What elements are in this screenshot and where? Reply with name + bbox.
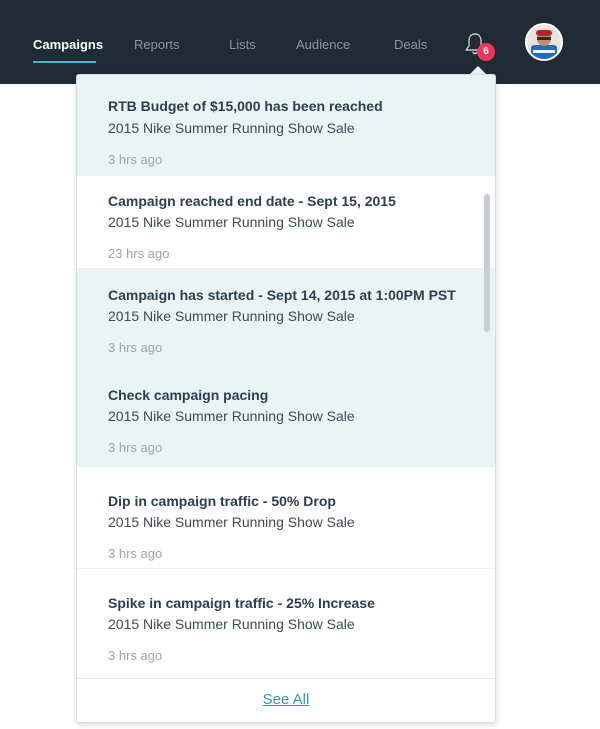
notifications-dropdown: RTB Budget of $15,000 has been reached 2…	[76, 74, 496, 723]
notification-campaign: 2015 Nike Summer Running Show Sale	[108, 214, 355, 230]
user-avatar[interactable]	[525, 23, 563, 61]
notification-title: Dip in campaign traffic - 50% Drop	[108, 493, 336, 509]
notification-campaign: 2015 Nike Summer Running Show Sale	[108, 120, 355, 136]
notification-time: 3 hrs ago	[108, 648, 163, 663]
active-tab-indicator	[33, 61, 96, 63]
nav-item-deals[interactable]: Deals	[394, 37, 427, 52]
top-nav-bar: Campaigns Reports Lists Audience Deals 6	[0, 0, 600, 84]
notification-title: Check campaign pacing	[108, 387, 269, 403]
nav-item-lists[interactable]: Lists	[229, 37, 256, 52]
notification-item[interactable]: Dip in campaign traffic - 50% Drop 2015 …	[77, 467, 495, 569]
notification-time: 3 hrs ago	[108, 340, 163, 355]
see-all-link[interactable]: See All	[263, 691, 310, 708]
notification-title: Campaign has started - Sept 14, 2015 at …	[108, 287, 456, 303]
notification-time: 3 hrs ago	[108, 546, 163, 561]
dropdown-caret	[470, 66, 486, 74]
dropdown-footer: See All	[77, 678, 495, 722]
notifications-button[interactable]: 6	[462, 30, 495, 64]
notification-item[interactable]: Check campaign pacing 2015 Nike Summer R…	[77, 367, 495, 467]
notification-item[interactable]: Campaign reached end date - Sept 15, 201…	[77, 176, 495, 269]
user-avatar-icon	[527, 25, 561, 59]
notification-campaign: 2015 Nike Summer Running Show Sale	[108, 408, 355, 424]
notification-time: 3 hrs ago	[108, 440, 163, 455]
notification-time: 23 hrs ago	[108, 246, 170, 261]
notification-item[interactable]: Spike in campaign traffic - 25% Increase…	[77, 569, 495, 678]
nav-item-reports[interactable]: Reports	[134, 37, 180, 52]
notification-time: 3 hrs ago	[108, 152, 163, 167]
nav-item-audience[interactable]: Audience	[296, 37, 350, 52]
notification-count-badge: 6	[477, 43, 495, 61]
notification-title: Campaign reached end date - Sept 15, 201…	[108, 193, 396, 209]
notification-title: Spike in campaign traffic - 25% Increase	[108, 595, 375, 611]
nav-item-campaigns[interactable]: Campaigns	[33, 37, 103, 52]
notification-item[interactable]: RTB Budget of $15,000 has been reached 2…	[77, 75, 495, 176]
notification-campaign: 2015 Nike Summer Running Show Sale	[108, 616, 355, 632]
notification-campaign: 2015 Nike Summer Running Show Sale	[108, 308, 355, 324]
notification-item[interactable]: Campaign has started - Sept 14, 2015 at …	[77, 269, 495, 367]
scrollbar-thumb[interactable]	[484, 194, 490, 332]
notification-title: RTB Budget of $15,000 has been reached	[108, 98, 383, 114]
notification-list: RTB Budget of $15,000 has been reached 2…	[77, 75, 495, 678]
notification-campaign: 2015 Nike Summer Running Show Sale	[108, 514, 355, 530]
